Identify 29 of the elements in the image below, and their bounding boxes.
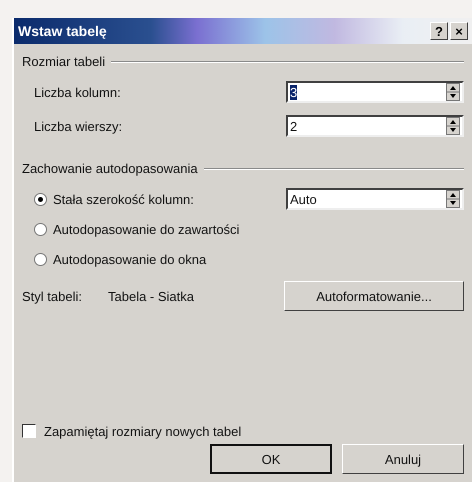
style-value: Tabela - Siatka (108, 288, 195, 304)
spin-arrows-icon[interactable] (446, 190, 460, 208)
style-label: Styl tabeli: (22, 288, 83, 304)
autoformat-button[interactable]: Autoformatowanie... (284, 281, 464, 311)
radio-button[interactable] (34, 222, 47, 236)
spin-arrows-icon[interactable] (446, 83, 460, 101)
ok-button[interactable]: OK (210, 444, 332, 474)
group-label: Zachowanie autodopasowania (22, 161, 198, 176)
spin-field[interactable]: 2 (286, 115, 464, 137)
window-title: Wstaw tabelę (18, 23, 108, 39)
field-label: Liczba kolumn: (34, 84, 122, 100)
group-label: Rozmiar tabeli (22, 54, 106, 69)
help-button[interactable]: ? (430, 22, 448, 40)
cancel-button[interactable]: Anuluj (342, 444, 464, 474)
field-label: Liczba wierszy: (34, 118, 124, 134)
radio-label[interactable]: Stała szerokość kolumn: (53, 192, 286, 206)
spin-field[interactable]: 3 (286, 81, 464, 103)
field-value: 2 (289, 118, 298, 134)
close-button[interactable]: × (450, 22, 468, 40)
field-value: Auto (289, 192, 318, 206)
checkbox[interactable] (22, 424, 36, 438)
spin-field[interactable]: Auto (286, 188, 464, 210)
spin-arrows-icon[interactable] (446, 117, 460, 135)
radio-label[interactable]: Autodopasowanie do okna (53, 252, 464, 266)
field-value: 3 (289, 84, 298, 100)
radio-button[interactable] (34, 252, 47, 266)
checkbox-label[interactable]: Zapamiętaj rozmiary nowych tabel (44, 424, 242, 438)
radio-label[interactable]: Autodopasowanie do zawartości (53, 222, 464, 236)
radio-button[interactable] (34, 192, 47, 206)
